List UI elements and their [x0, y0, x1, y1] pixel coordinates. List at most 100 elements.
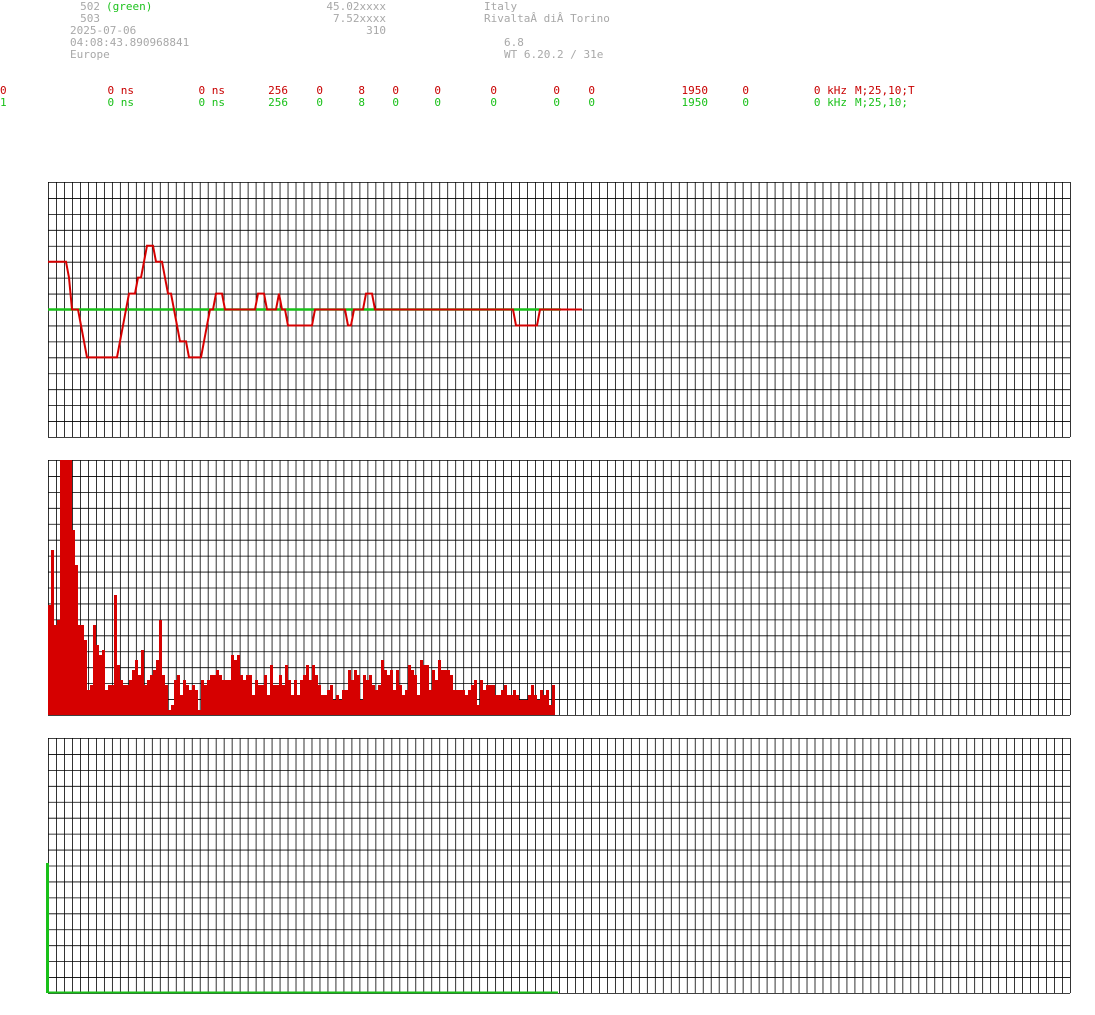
row-1-m: 0 kHz	[813, 96, 847, 109]
row-1-l: 0	[742, 96, 749, 109]
spectrum-bar	[426, 665, 429, 715]
spectrum-bar	[129, 680, 132, 715]
spectrum-bar	[198, 710, 201, 715]
spectrum-bar	[423, 665, 426, 715]
spectrum-bar	[447, 670, 450, 715]
spectrum-bar	[417, 695, 420, 715]
spectrum-bar	[108, 685, 111, 715]
spectrum-bar	[405, 690, 408, 715]
waveform-chart	[48, 182, 1071, 438]
spectrum-bar	[324, 695, 327, 715]
row-1-ch: 1	[0, 96, 7, 109]
spectrum-bar	[123, 685, 126, 715]
spectrum-bar	[87, 690, 90, 715]
spectrum-bar	[414, 675, 417, 715]
spectrum-bar	[168, 710, 171, 715]
spectrum-bar	[105, 690, 108, 715]
spectrum-bar	[237, 655, 240, 715]
spectrum-bar	[354, 670, 357, 715]
spectrum-bar	[531, 685, 534, 715]
spectrum-bar	[483, 690, 486, 715]
spectrum-bar	[144, 685, 147, 715]
spectrum-bar	[225, 680, 228, 715]
spectrum-bar	[411, 670, 414, 715]
spectrum-bar	[255, 680, 258, 715]
spectrum-bar	[357, 675, 360, 715]
spectrum-bar	[252, 695, 255, 715]
spectrum-bar	[351, 680, 354, 715]
spectrum-bar	[267, 695, 270, 715]
spectrum-bar	[459, 690, 462, 715]
grid	[48, 460, 1071, 716]
spectrum-bar	[141, 650, 144, 715]
spectrum-bar	[315, 675, 318, 715]
spectrum-bar	[174, 680, 177, 715]
row-0-g: 0	[434, 84, 441, 97]
row-1-a: 0 ns	[107, 96, 135, 109]
spectrum-bar	[201, 680, 204, 715]
spectrum-bar	[462, 690, 465, 715]
spectrum-bar	[99, 655, 102, 715]
spectrum-bar	[525, 700, 528, 715]
spectrum-bar	[510, 695, 513, 715]
spectrum-bar	[441, 670, 444, 715]
grid	[48, 738, 1071, 994]
spectrum-bar	[474, 680, 477, 715]
spectrum-bar	[213, 675, 216, 715]
spectrum-bar	[393, 690, 396, 715]
spectrum-bar	[138, 675, 141, 715]
spectrum-bar	[450, 675, 453, 715]
spectrum-bar	[114, 595, 117, 715]
spectrum-bar	[321, 695, 324, 715]
spectrum-bar	[63, 460, 66, 715]
spectrum-bar	[219, 675, 222, 715]
spectrum-bar	[306, 665, 309, 715]
spectrum-bar	[117, 665, 120, 715]
spectrum-bar	[159, 620, 162, 715]
spectrum-bar	[480, 680, 483, 715]
spectrum-bar	[471, 685, 474, 715]
spectrum-bar	[75, 565, 78, 715]
spectrum-bar	[258, 685, 261, 715]
spectrum-bar	[363, 675, 366, 715]
spectrum-bar	[402, 695, 405, 715]
spectrum-bar	[468, 690, 471, 715]
spectrum-bar	[228, 680, 231, 715]
spectrum-bar	[51, 550, 54, 715]
spectrum-bar	[279, 675, 282, 715]
spectrum-bar	[366, 680, 369, 715]
spectrum-bar	[273, 685, 276, 715]
spectrum-bar	[222, 680, 225, 715]
spectrum-bar	[492, 685, 495, 715]
station-id-note: (green)	[106, 0, 153, 13]
spectrum-bar	[387, 675, 390, 715]
spectrum-bar	[48, 605, 51, 715]
spectrum-bar	[261, 685, 264, 715]
spectrum-bar	[522, 700, 525, 715]
spectrum-bar	[537, 700, 540, 715]
spectrum-bar	[96, 645, 99, 715]
row-0-j: 0	[588, 84, 595, 97]
spectrum-bar	[171, 705, 174, 715]
spectrum-bar	[192, 685, 195, 715]
spectrum-bar	[126, 685, 129, 715]
spectrum-bar	[195, 690, 198, 715]
row-1-g: 0	[434, 96, 441, 109]
spectrum-bar	[513, 690, 516, 715]
spectrum-bar	[165, 685, 168, 715]
spectrum-bar	[456, 690, 459, 715]
spectrum-bar	[72, 530, 75, 715]
spectrum-bar	[210, 675, 213, 715]
spectrum-bar	[339, 700, 342, 715]
spectrum-bar	[498, 695, 501, 715]
spectrum-bar	[81, 625, 84, 715]
spectrum-bar	[204, 685, 207, 715]
spectrum-bar	[54, 625, 57, 715]
spectrum-bar	[249, 675, 252, 715]
spectrum-bar	[552, 685, 555, 715]
spectrum-bar	[243, 680, 246, 715]
spectrum-bar	[135, 660, 138, 715]
spectrum-bar	[327, 690, 330, 715]
spectrum-bar	[549, 705, 552, 715]
spectrum-bar	[300, 680, 303, 715]
